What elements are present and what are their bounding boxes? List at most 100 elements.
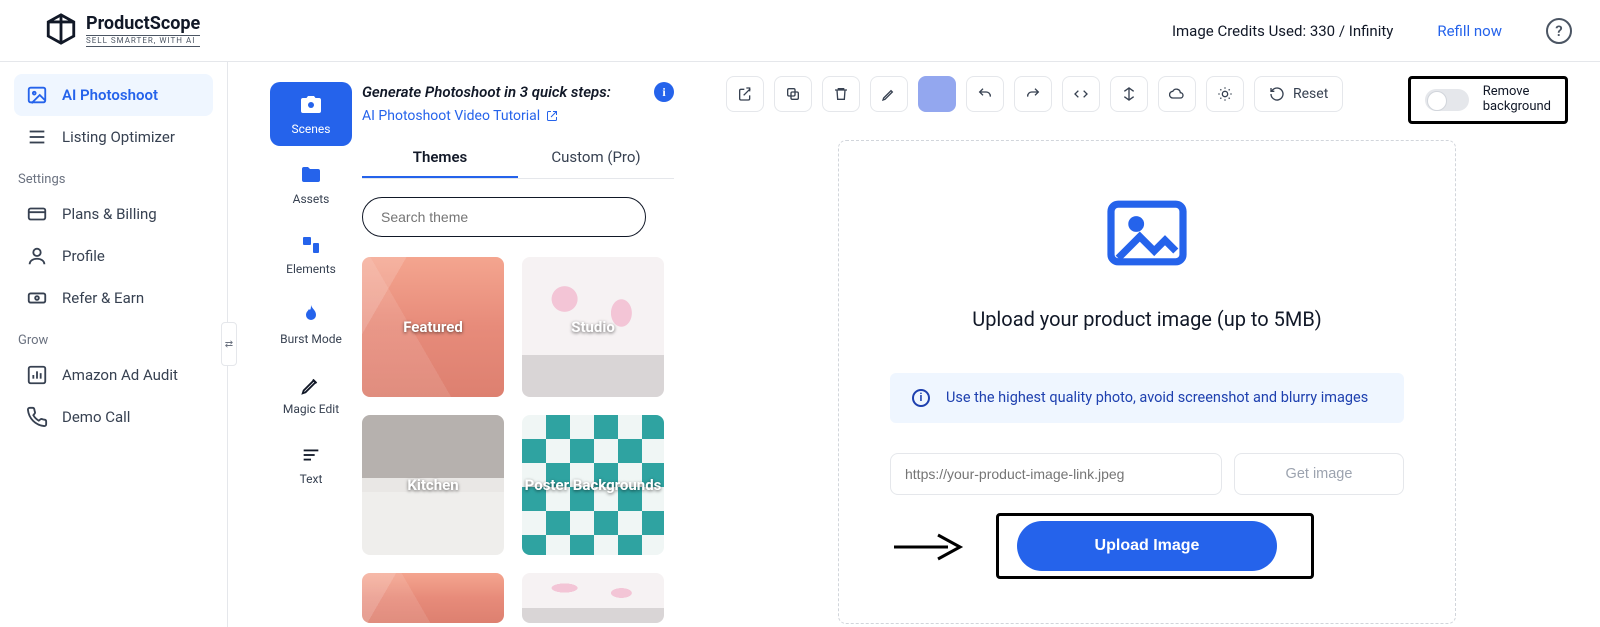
theme-card-label: Poster Backgrounds (525, 476, 662, 494)
panel-title-row: Generate Photoshoot in 3 quick steps: i (362, 82, 674, 102)
brand-logo[interactable]: ProductScope SELL SMARTER, WITH AI (44, 12, 200, 50)
phone-icon (26, 406, 48, 428)
sidebar-item-label: Demo Call (62, 408, 130, 426)
lines-icon (26, 126, 48, 148)
theme-card-label: Kitchen (407, 476, 458, 494)
reset-button-label: Reset (1293, 86, 1328, 102)
color-fill-button[interactable] (918, 76, 956, 112)
text-icon (298, 442, 324, 468)
export-icon-button[interactable] (726, 76, 764, 112)
upload-card: Upload your product image (up to 5MB) i … (838, 140, 1456, 624)
redo-icon-button[interactable] (1014, 76, 1052, 112)
scenes-panel: Scenes Assets Elements Burst Mode Magic … (228, 62, 694, 627)
image-placeholder-icon (1103, 197, 1191, 273)
vtab-label: Burst Mode (280, 332, 342, 346)
external-link-icon (546, 110, 558, 122)
info-icon: i (912, 389, 930, 407)
panel-title: Generate Photoshoot in 3 quick steps: (362, 83, 611, 101)
theme-card-poster-backgrounds[interactable]: Poster Backgrounds (522, 415, 664, 555)
sidebar-collapse-toggle[interactable]: ⇄ (221, 322, 237, 366)
theme-card-studio[interactable]: Studio (522, 257, 664, 397)
theme-card-more-2[interactable] (522, 573, 664, 623)
cloud-icon-button[interactable] (1158, 76, 1196, 112)
theme-card-more-1[interactable] (362, 573, 504, 623)
search-theme-input[interactable] (362, 197, 646, 237)
shapes-icon (298, 232, 324, 258)
sidebar-item-label: Plans & Billing (62, 205, 157, 223)
sidebar-group-grow: Grow (14, 319, 213, 354)
logo-icon (44, 12, 78, 50)
pencil-icon (298, 372, 324, 398)
theme-card-featured[interactable]: Featured (362, 257, 504, 397)
vtab-label: Assets (293, 192, 330, 206)
topbar: ProductScope SELL SMARTER, WITH AI Image… (0, 0, 1600, 62)
brand-tagline: SELL SMARTER, WITH AI (86, 35, 200, 47)
camera-icon (298, 92, 324, 118)
vtab-label: Scenes (292, 122, 331, 136)
vtab-label: Magic Edit (283, 402, 339, 416)
sidebar: AI Photoshoot Listing Optimizer Settings… (0, 62, 228, 627)
user-icon (26, 245, 48, 267)
vtab-scenes[interactable]: Scenes (270, 82, 352, 146)
tab-custom-pro[interactable]: Custom (Pro) (518, 138, 674, 178)
upload-note: i Use the highest quality photo, avoid s… (890, 373, 1404, 423)
theme-card-label: Studio (571, 318, 615, 336)
refill-link[interactable]: Refill now (1437, 22, 1502, 40)
vtab-assets[interactable]: Assets (270, 152, 352, 216)
theme-card-kitchen[interactable]: Kitchen (362, 415, 504, 555)
brand-name: ProductScope (86, 15, 200, 33)
bar-chart-icon (26, 364, 48, 386)
brightness-icon-button[interactable] (1206, 76, 1244, 112)
vtab-text[interactable]: Text (270, 432, 352, 496)
vtab-elements[interactable]: Elements (270, 222, 352, 286)
toggle-icon (1425, 89, 1469, 111)
get-image-button[interactable]: Get image (1234, 453, 1404, 495)
flame-icon (298, 302, 324, 328)
image-url-input[interactable] (890, 453, 1222, 495)
arrow-annotation-icon (890, 531, 966, 563)
tutorial-link[interactable]: AI Photoshoot Video Tutorial (362, 108, 558, 124)
remove-bg-label: Removebackground (1483, 85, 1551, 115)
canvas-toolbar: Reset Removebackground (726, 76, 1568, 124)
theme-card-label: Featured (403, 318, 463, 336)
help-icon[interactable]: ? (1546, 18, 1572, 44)
delete-icon-button[interactable] (822, 76, 860, 112)
sidebar-item-profile[interactable]: Profile (14, 235, 213, 277)
tab-themes[interactable]: Themes (362, 138, 518, 178)
vtab-label: Text (300, 472, 323, 486)
sidebar-item-label: Amazon Ad Audit (62, 366, 178, 384)
refresh-icon (1269, 86, 1285, 102)
remove-background-toggle[interactable]: Removebackground (1408, 76, 1568, 124)
tutorial-link-label: AI Photoshoot Video Tutorial (362, 108, 540, 124)
canvas-area: Reset Removebackground Upload your produ… (694, 62, 1600, 627)
sidebar-item-label: Listing Optimizer (62, 128, 175, 146)
code-icon-button[interactable] (1062, 76, 1100, 112)
sidebar-item-label: Refer & Earn (62, 289, 144, 307)
sidebar-item-listing-optimizer[interactable]: Listing Optimizer (14, 116, 213, 158)
vtab-label: Elements (286, 262, 336, 276)
sidebar-group-settings: Settings (14, 158, 213, 193)
sidebar-item-plans-billing[interactable]: Plans & Billing (14, 193, 213, 235)
sidebar-item-amazon-ad-audit[interactable]: Amazon Ad Audit (14, 354, 213, 396)
reset-button[interactable]: Reset (1254, 76, 1343, 112)
upload-image-button[interactable]: Upload Image (1017, 521, 1277, 571)
undo-icon-button[interactable] (966, 76, 1004, 112)
vtab-magic-edit[interactable]: Magic Edit (270, 362, 352, 426)
upload-note-text: Use the highest quality photo, avoid scr… (946, 389, 1368, 406)
image-icon (26, 84, 48, 106)
vtab-burst-mode[interactable]: Burst Mode (270, 292, 352, 356)
sidebar-item-label: Profile (62, 247, 105, 265)
sidebar-item-refer-earn[interactable]: Refer & Earn (14, 277, 213, 319)
money-icon (26, 287, 48, 309)
card-icon (26, 203, 48, 225)
sidebar-item-demo-call[interactable]: Demo Call (14, 396, 213, 438)
sidebar-item-ai-photoshoot[interactable]: AI Photoshoot (14, 74, 213, 116)
sidebar-item-label: AI Photoshoot (62, 86, 158, 104)
copy-icon-button[interactable] (774, 76, 812, 112)
info-icon[interactable]: i (654, 82, 674, 102)
upload-title: Upload your product image (up to 5MB) (972, 307, 1322, 331)
credits-text: Image Credits Used: 330 / Infinity (1172, 22, 1393, 40)
edit-icon-button[interactable] (870, 76, 908, 112)
folder-icon (298, 162, 324, 188)
align-icon-button[interactable] (1110, 76, 1148, 112)
